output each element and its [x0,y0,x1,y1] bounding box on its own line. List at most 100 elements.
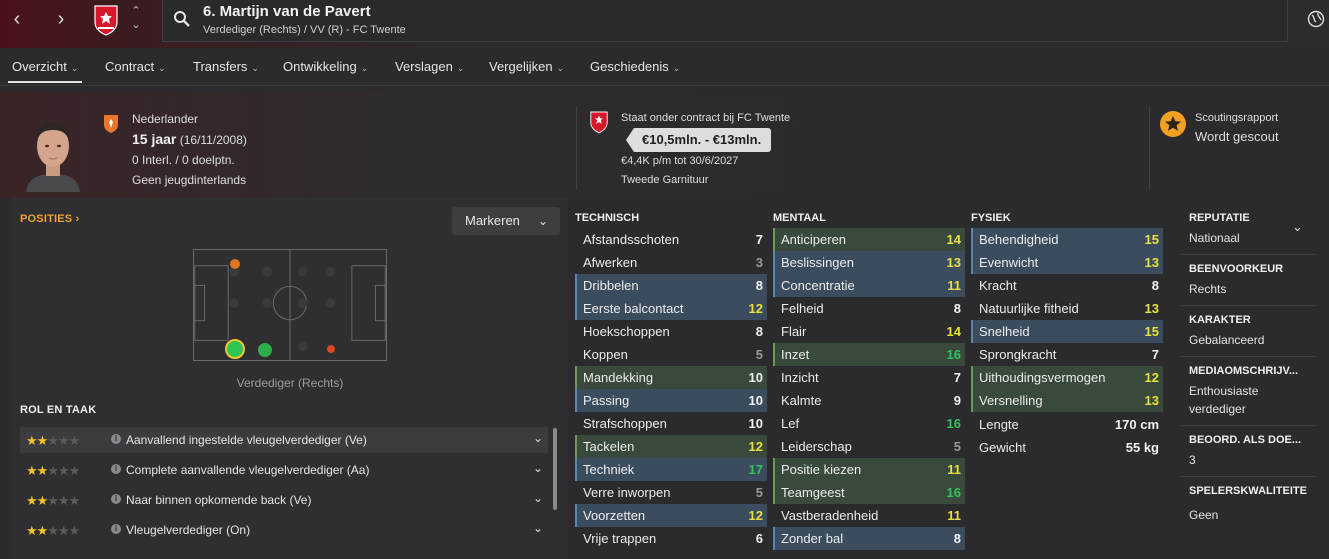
position-dot-dc[interactable] [258,343,272,357]
tab-geschiedenis[interactable]: Geschiedenis ⌄ [590,59,680,74]
role-row[interactable]: ★★★★★ i Aanvallend ingestelde vleugelver… [20,427,548,453]
position-dot-wbr[interactable] [230,259,240,269]
rating-value: 3 [1189,453,1196,467]
info-icon[interactable]: i [111,434,121,444]
forward-icon[interactable]: › [50,8,72,30]
role-stars: ★★★★★ [26,433,80,448]
position-dot-dl[interactable] [327,345,335,353]
scouting-status: Wordt gescout [1195,129,1279,144]
attribute-row[interactable]: Natuurlijke fitheid 13 [971,297,1163,320]
player-subtitle: Verdediger (Rechts) / VV (R) - FC Twente [203,24,406,36]
chevron-down-icon: ⌄ [537,214,548,228]
attribute-row[interactable]: Snelheid 15 [971,320,1163,343]
divider [1181,254,1317,255]
player-avatar[interactable] [22,112,84,192]
attribute-row[interactable]: Positie kiezen 11 [773,458,965,481]
chevron-down-icon[interactable]: ⌄ [533,521,543,535]
attribute-row[interactable]: Inzicht 7 [773,366,965,389]
position-dot-dr-natural[interactable] [225,339,245,359]
tab-bar: Overzicht ⌄ Contract ⌄ Transfers ⌄ Ontwikke… [0,48,1329,86]
player-title: 6. Martijn van de Pavert [203,3,371,20]
role-stars: ★★★★★ [26,463,80,478]
info-icon[interactable]: i [111,464,121,474]
info-icon[interactable]: i [111,494,121,504]
attribute-row[interactable]: Anticiperen 14 [773,228,965,251]
pitch-lines [194,250,386,360]
attribute-row[interactable]: Flair 14 [773,320,965,343]
attribute-row[interactable]: Afstandsschoten 7 [575,228,767,251]
attribute-row[interactable]: Leiderschap 5 [773,435,965,458]
club-crest-icon[interactable] [92,4,120,36]
position-pitch [193,249,387,361]
updown-arrows-icon[interactable]: ⌃ ⌄ [130,4,142,38]
attribute-row[interactable]: Zonder bal 8 [773,527,965,550]
mental-title: MENTAAL [773,212,826,224]
tab-vergelijken[interactable]: Vergelijken ⌄ [489,59,564,74]
role-stars: ★★★★★ [26,523,80,538]
attribute-row[interactable]: Vrije trappen 6 [575,527,767,550]
scouting-star-icon[interactable] [1160,111,1186,137]
attribute-row[interactable]: Lef 16 [773,412,965,435]
tab-ontwikkeling[interactable]: Ontwikkeling ⌄ [283,59,368,74]
positions-title[interactable]: POSITIES › [20,213,79,225]
role-title: ROL EN TAAK [20,404,97,416]
tab-contract[interactable]: Contract ⌄ [105,59,166,74]
wage-line: €4,4K p/m tot 30/6/2027 [621,155,739,167]
role-row[interactable]: ★★★★★ i Complete aanvallende vleugelverd… [20,457,548,483]
tab-overzicht[interactable]: Overzicht ⌄ [7,59,83,83]
media-description-value: Enthousiaste [1189,384,1259,398]
attribute-row[interactable]: Evenwicht 13 [971,251,1163,274]
youth-caps: Geen jeugdinterlands [132,173,247,187]
attribute-row[interactable]: Felheid 8 [773,297,965,320]
player-qualities-title: SPELERSKWALITEITE [1189,485,1307,497]
chevron-down-icon[interactable]: ⌄ [1292,219,1303,235]
attribute-row[interactable]: Passing 10 [575,389,767,412]
attribute-row[interactable]: Uithoudingsvermogen 12 [971,366,1163,389]
attribute-row[interactable]: Behendigheid 15 [971,228,1163,251]
divider [1181,476,1317,477]
info-icon[interactable]: i [111,524,121,534]
player-qualities-value: Geen [1189,508,1219,522]
value-range-tag[interactable]: €10,5mln. - €13mln. [626,128,772,152]
preferred-foot-value: Rechts [1189,282,1227,296]
attribute-row[interactable]: Kalmte 9 [773,389,965,412]
attribute-row[interactable]: Verre inworpen 5 [575,481,767,504]
globe-icon[interactable] [1307,10,1325,28]
attribute-row[interactable]: Sprongkracht 7 [971,343,1163,366]
attribute-row[interactable]: Inzet 16 [773,343,965,366]
attribute-row[interactable]: Voorzetten 12 [575,504,767,527]
role-scrollbar[interactable] [553,428,557,510]
attribute-row[interactable]: Teamgeest 16 [773,481,965,504]
attribute-row[interactable]: Versnelling 13 [971,389,1163,412]
attribute-row[interactable]: Afwerken 3 [575,251,767,274]
attribute-row[interactable]: Kracht 8 [971,274,1163,297]
attribute-row[interactable]: Hoekschoppen 8 [575,320,767,343]
attribute-row[interactable]: Eerste balcontact 12 [575,297,767,320]
media-description-value: verdediger [1189,402,1246,416]
attribute-row[interactable]: Strafschoppen 10 [575,412,767,435]
back-icon[interactable]: ‹ [6,8,28,30]
tab-verslagen[interactable]: Verslagen ⌄ [395,59,464,74]
international-caps: 0 Interl. / 0 doelptn. [132,153,235,167]
attribute-row[interactable]: Dribbelen 8 [575,274,767,297]
technical-title: TECHNISCH [575,212,640,224]
attribute-row[interactable]: Concentratie 11 [773,274,965,297]
chevron-down-icon[interactable]: ⌄ [533,431,543,445]
role-row[interactable]: ★★★★★ i Vleugelverdediger (On) ⌄ [20,517,548,543]
attribute-row[interactable]: Koppen 5 [575,343,767,366]
divider [1181,356,1317,357]
club-crest-icon[interactable] [589,110,609,134]
role-row[interactable]: ★★★★★ i Naar binnen opkomende back (Ve) … [20,487,548,513]
attribute-row[interactable]: Tackelen 12 [575,435,767,458]
player-search-box[interactable]: 6. Martijn van de Pavert Verdediger (Rec… [162,0,1288,42]
chevron-down-icon: ⌄ [456,63,465,73]
tab-transfers[interactable]: Transfers ⌄ [193,59,259,74]
markeren-dropdown[interactable]: Markeren ⌄ [452,207,560,235]
attribute-row[interactable]: Beslissingen 13 [773,251,965,274]
chevron-down-icon[interactable]: ⌄ [533,491,543,505]
attribute-row[interactable]: Vastberadenheid 11 [773,504,965,527]
attribute-row[interactable]: Techniek 17 [575,458,767,481]
attribute-row[interactable]: Mandekking 10 [575,366,767,389]
physical-title: FYSIEK [971,212,1011,224]
chevron-down-icon[interactable]: ⌄ [533,461,543,475]
